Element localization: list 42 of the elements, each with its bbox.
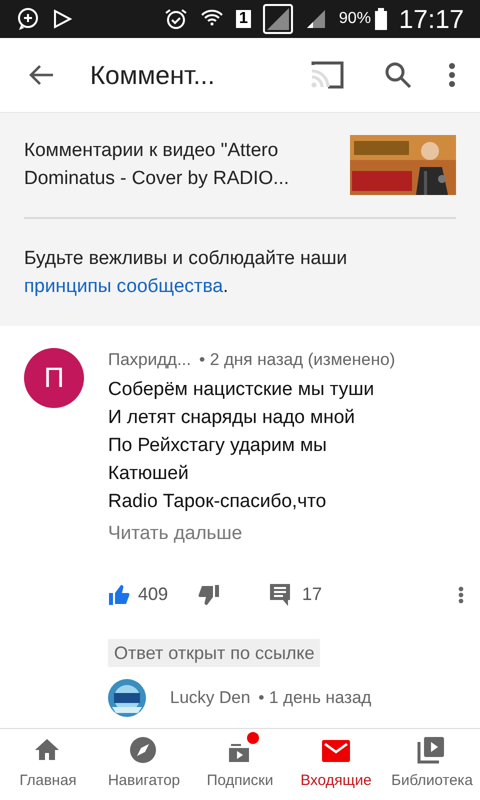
library-icon <box>417 736 447 764</box>
nav-tab[interactable]: Главная <box>0 729 96 800</box>
sim-indicator: 1 <box>236 10 251 28</box>
battery-percent: 90% <box>338 9 371 29</box>
back-arrow-icon[interactable] <box>28 63 54 87</box>
more-options-icon[interactable] <box>448 62 456 88</box>
reply-count: 17 <box>302 583 322 606</box>
comment-time: • 2 дня назад (изменено) <box>199 349 396 371</box>
video-title: Комментарии к видео "Attero Dominatus - Cover by RADIO... <box>24 139 290 191</box>
clock-time: 17:17 <box>398 2 464 36</box>
play-store-icon <box>52 9 72 29</box>
cast-icon[interactable] <box>310 61 344 89</box>
comment-text: Соберём нацистские мы туши <box>108 378 376 402</box>
comment-text: Radio Тарок-спасибо,что <box>108 490 328 514</box>
nav-tab[interactable]: Подписки <box>192 729 288 800</box>
nav-tab[interactable]: Библиотека <box>384 729 480 800</box>
more-options-icon[interactable] <box>458 586 464 604</box>
reply-time: • 1 день назад <box>258 686 372 709</box>
read-more-link[interactable]: Читать дальше <box>108 520 242 548</box>
screen-title: Коммент... <box>90 58 216 92</box>
like-count: 409 <box>138 583 168 606</box>
comment-text: Катюшей <box>108 462 190 486</box>
alarm-icon <box>164 7 188 31</box>
nav-tab[interactable]: Навигатор <box>96 729 192 800</box>
comment-icon[interactable] <box>270 584 290 606</box>
reply-link-chip: Ответ открыт по ссылке <box>108 638 320 666</box>
add-circle-icon <box>16 6 40 32</box>
signal-icon <box>262 4 293 34</box>
guidelines-link[interactable]: принципы сообщества <box>24 276 224 296</box>
thumbs-down-icon[interactable] <box>198 584 220 606</box>
comment-text: И летят снаряды надо мной <box>108 406 356 430</box>
battery-icon <box>374 8 387 30</box>
nav-tab[interactable]: Входящие <box>288 729 384 800</box>
compass-icon <box>129 736 159 764</box>
avatar[interactable]: П <box>24 348 84 408</box>
search-icon[interactable] <box>384 61 412 89</box>
comment-text: По Рейхстагу ударим мы <box>108 434 328 458</box>
thumbs-up-icon[interactable] <box>108 584 130 606</box>
reply-author[interactable]: Lucky Den <box>170 684 250 710</box>
signal-icon <box>304 8 327 30</box>
guidelines-text: Будьте вежливы и соблюдайте наши принципы сообщества. <box>24 246 348 298</box>
comment-author[interactable]: Пахридд... <box>108 348 192 372</box>
